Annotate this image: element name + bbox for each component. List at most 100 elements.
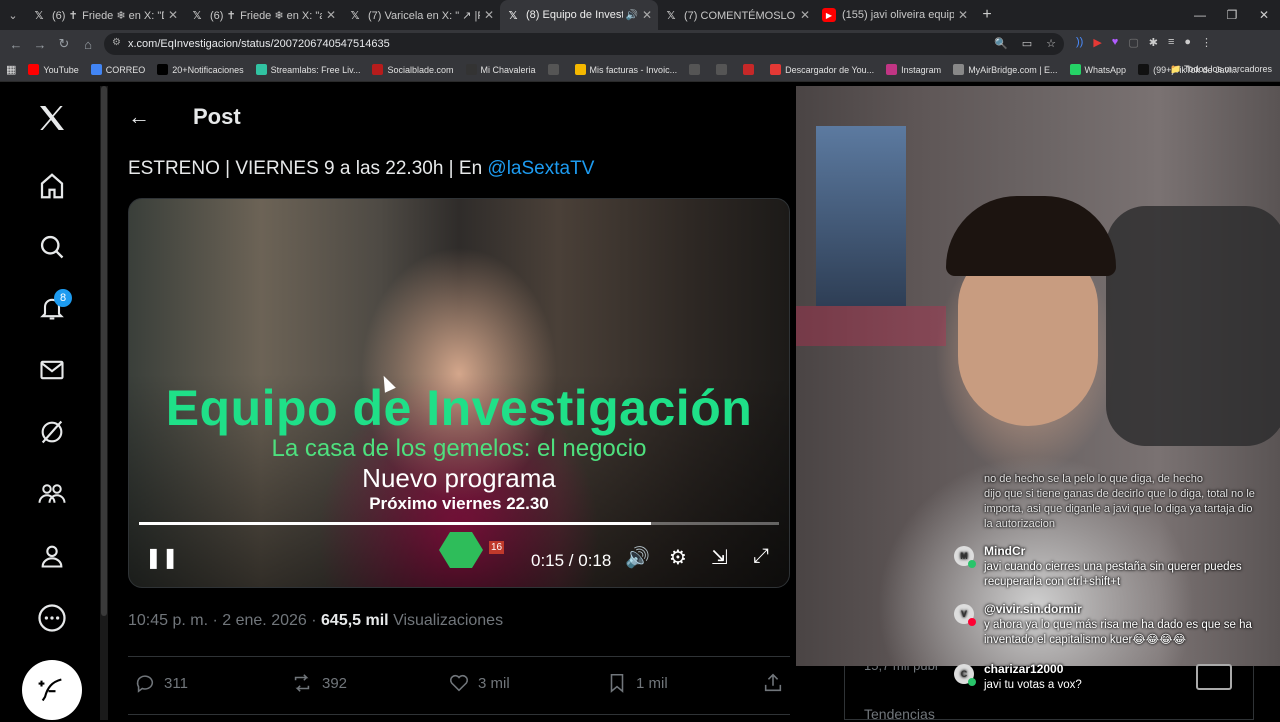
forward-icon[interactable]: →	[28, 37, 52, 52]
bookmark-label: Streamlabs: Free Liv...	[270, 64, 361, 75]
post-detail: ← Post ESTRENO | VIERNES 9 a las 22.30h …	[108, 84, 798, 720]
page-title: Post	[193, 104, 241, 129]
browser-tab[interactable]: ▶ (155) javi oliveira equipo de inv ✕	[816, 0, 974, 30]
grok-icon[interactable]	[34, 414, 70, 450]
post-timestamp[interactable]: 10:45 p. m. · 2 ene. 2026 ·	[128, 612, 321, 629]
pip-icon[interactable]: ⇲	[711, 545, 728, 570]
back-arrow-icon[interactable]: ←	[128, 104, 150, 130]
video-player[interactable]: Equipo de Investigación La casa de los g…	[128, 198, 790, 588]
bookmark-item[interactable]: YouTube	[22, 64, 84, 75]
bookmark-item[interactable]: Socialblade.com	[366, 64, 459, 75]
browser-tab[interactable]: 𝕏 (6) ✝ Friede ❄ en X: "a ✕	[184, 0, 342, 30]
profile-icon[interactable]	[34, 538, 70, 574]
bookmark-item[interactable]: Descargador de You...	[764, 64, 880, 75]
explore-search-icon[interactable]	[34, 229, 70, 265]
bookmark-item[interactable]	[710, 64, 737, 75]
bookmark-item[interactable]	[683, 64, 710, 75]
bookmark-item[interactable]: Mis facturas - Invoic...	[569, 64, 684, 75]
bookmark-star-icon[interactable]: ☆	[1046, 37, 1056, 50]
more-options-icon[interactable]	[34, 600, 70, 636]
zoom-icon[interactable]: 🔍	[994, 37, 1008, 50]
bookmark-item[interactable]	[737, 64, 764, 75]
chat-avatar: C	[954, 664, 976, 686]
video-progress-bar[interactable]	[139, 522, 779, 525]
messages-envelope-icon[interactable]	[34, 352, 70, 388]
scrollbar-thumb[interactable]	[101, 86, 107, 616]
bookmark-favicon-icon	[886, 64, 898, 75]
chat-text: javi cuando cierres una pestaña sin quer…	[984, 561, 1242, 588]
home-nav-icon[interactable]	[34, 168, 70, 204]
browser-tab[interactable]: 𝕏 (8) Equipo de Investigación🔊 ✕	[500, 0, 658, 30]
tab-close-icon[interactable]: ✕	[168, 8, 178, 22]
avatar-initial: M	[960, 551, 968, 561]
cast-icon[interactable]: ▭	[1022, 37, 1032, 50]
tab-audio-icon[interactable]: 🔊	[625, 10, 637, 21]
extensions-puzzle-icon[interactable]: ✱	[1149, 36, 1158, 49]
x-logo-icon[interactable]	[34, 100, 70, 136]
bookmark-item[interactable]: CORREO	[85, 64, 152, 75]
restore-icon[interactable]: ❐	[1216, 0, 1248, 30]
bookmark-item[interactable]: Instagram	[880, 64, 947, 75]
communities-icon[interactable]	[34, 476, 70, 512]
sidebar-scrollbar[interactable]	[100, 86, 108, 720]
bookmark-item[interactable]	[542, 64, 569, 75]
compose-post-button[interactable]	[22, 660, 82, 720]
site-info-icon[interactable]: ⚙	[112, 37, 121, 48]
address-bar[interactable]: ⚙ x.com/EqInvestigacion/status/200720674…	[104, 33, 1064, 55]
reload-icon[interactable]: ↻	[52, 36, 76, 52]
tab-close-icon[interactable]: ✕	[326, 8, 336, 22]
extension-icon[interactable]: ▢	[1128, 36, 1138, 49]
bookmark-label: Mis facturas - Invoic...	[589, 64, 678, 75]
extension-icon[interactable]: ▶	[1093, 36, 1101, 49]
tab-search-icon[interactable]: ⌄	[0, 0, 26, 30]
profile-avatar[interactable]: ●	[1184, 36, 1191, 49]
minimize-icon[interactable]: —	[1184, 0, 1216, 30]
tab-close-icon[interactable]: ✕	[642, 8, 652, 22]
bookmark-item[interactable]: Mi Chavaleria	[460, 64, 542, 75]
bookmark-item[interactable]: MyAirBridge.com | E...	[947, 64, 1063, 75]
reading-list-icon[interactable]: ≡	[1168, 36, 1174, 49]
bookmark-item[interactable]: WhatsApp	[1064, 64, 1133, 75]
home-icon[interactable]: ⌂	[76, 37, 100, 52]
share-button[interactable]	[762, 672, 784, 694]
repost-button[interactable]: 392	[290, 672, 347, 694]
video-subtitle: La casa de los gemelos: el negocio	[271, 435, 647, 462]
browser-tab[interactable]: 𝕏 (7) Varicela en X: " ↗ |FALETE | ✕	[342, 0, 500, 30]
back-icon[interactable]: ←	[4, 37, 28, 52]
menu-icon[interactable]: ⋮	[1201, 36, 1212, 49]
new-tab-button[interactable]: +	[974, 6, 1000, 24]
repost-count: 392	[322, 674, 348, 692]
tab-strip: ⌄ 𝕏 (6) ✝ Friede ❄ en X: "D ✕ 𝕏 (6) ✝ Friede…	[0, 0, 1280, 30]
reply-button[interactable]: 311	[134, 672, 188, 694]
tab-title: (7) Varicela en X: " ↗ |FALETE |	[368, 9, 480, 22]
volume-icon[interactable]: 🔊	[625, 545, 650, 570]
browser-tab[interactable]: 𝕏 (6) ✝ Friede ❄ en X: "D ✕	[26, 0, 184, 30]
mention-link[interactable]: @laSextaTV	[487, 158, 594, 179]
video-program: Nuevo programa	[362, 463, 556, 493]
apps-icon[interactable]: ▦	[0, 63, 22, 76]
tab-close-icon[interactable]: ✕	[958, 8, 968, 22]
extension-icon[interactable]: ))	[1076, 36, 1083, 49]
bookmark-label: Socialblade.com	[387, 64, 454, 75]
bookmark-icon	[610, 673, 624, 693]
all-bookmarks-folder[interactable]: 📁 Todos los marcadores	[1170, 64, 1272, 75]
bookmark-item[interactable]: 20+Notificaciones	[151, 64, 249, 75]
bookmark-label: Descargador de You...	[785, 64, 875, 75]
tab-close-icon[interactable]: ✕	[800, 8, 810, 22]
close-window-icon[interactable]: ✕	[1248, 0, 1280, 30]
extension-icon[interactable]: ♥	[1112, 36, 1119, 49]
pause-icon[interactable]: ❚❚	[145, 545, 179, 570]
like-count: 3 mil	[478, 674, 510, 692]
fullscreen-icon[interactable]: ⤢	[753, 545, 769, 568]
chat-avatar: M	[954, 546, 976, 568]
bookmark-button[interactable]: 1 mil	[606, 672, 668, 694]
bookmark-favicon-icon	[465, 64, 477, 75]
tab-close-icon[interactable]: ✕	[484, 8, 494, 22]
bookmark-favicon-icon	[770, 64, 782, 75]
settings-gear-icon[interactable]: ⚙	[669, 545, 687, 570]
bookmark-item[interactable]: Streamlabs: Free Liv...	[250, 64, 367, 75]
like-button[interactable]: 3 mil	[448, 672, 510, 694]
rating-16-icon: 16	[489, 541, 505, 554]
browser-tab[interactable]: 𝕏 (7) COMENTÉMOSLO 🇪🇸 en X ✕	[658, 0, 816, 30]
toolbar: ← → ↻ ⌂ ⚙ x.com/EqInvestigacion/status/2…	[0, 30, 1280, 58]
